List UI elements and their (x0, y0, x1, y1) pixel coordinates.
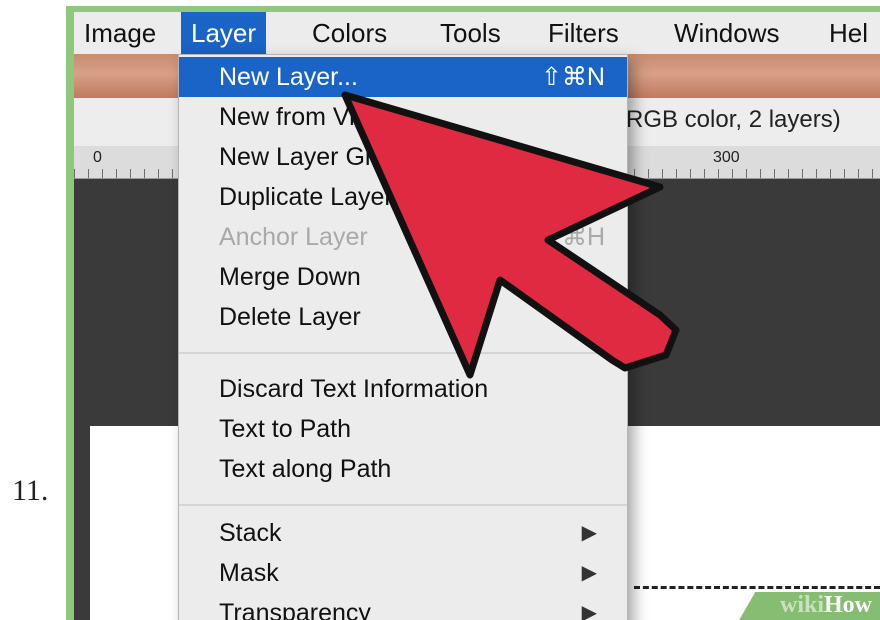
triangle-right-icon: ▶ (581, 562, 597, 584)
triangle-right-icon: ▶ (581, 522, 597, 544)
step-number: 11. (12, 474, 49, 507)
ruler-label-300: 300 (710, 149, 740, 167)
wikihow-watermark: wikiHow (779, 592, 872, 618)
menu-bar: Image Layer Colors Tools Filters Windows… (74, 12, 880, 55)
triangle-right-icon: ▶ (581, 602, 597, 620)
menu-item-new-layer-group[interactable]: New Layer Group (179, 137, 627, 177)
menu-item-transparency[interactable]: Transparency ▶ (179, 593, 627, 620)
menu-item-anchor-layer: Anchor Layer ⌘H (179, 217, 627, 257)
menu-filters[interactable]: Filters (538, 12, 629, 54)
menu-item-text-along-path[interactable]: Text along Path (179, 449, 627, 489)
shortcut-anchor-layer: ⌘H (561, 223, 605, 251)
menu-item-stack[interactable]: Stack ▶ (179, 513, 627, 553)
menu-item-duplicate-layer[interactable]: Duplicate Layer (179, 177, 627, 217)
selection-marquee (634, 586, 880, 589)
menu-layer[interactable]: Layer (181, 12, 267, 54)
menu-item-delete-layer[interactable]: Delete Layer (179, 297, 627, 337)
ruler-label-0: 0 (90, 149, 102, 167)
menu-item-merge-down[interactable]: Merge Down (179, 257, 627, 297)
menu-image[interactable]: Image (74, 12, 166, 54)
menu-windows[interactable]: Windows (664, 12, 789, 54)
menu-item-mask[interactable]: Mask ▶ (179, 553, 627, 593)
menu-item-new-from-visible[interactable]: New from Visible (179, 97, 627, 137)
gimp-window: Image Layer Colors Tools Filters Windows… (74, 12, 880, 620)
menu-item-text-to-path[interactable]: Text to Path (179, 409, 627, 449)
screenshot-frame: Image Layer Colors Tools Filters Windows… (66, 6, 880, 620)
menu-item-discard-text-info[interactable]: Discard Text Information (179, 369, 627, 409)
menu-help[interactable]: Hel (819, 12, 878, 54)
menu-separator (179, 352, 627, 354)
layer-menu-dropdown: New Layer... ⇧⌘N New from Visible New La… (178, 54, 628, 620)
shortcut-new-layer: ⇧⌘N (540, 63, 605, 91)
menu-colors[interactable]: Colors (302, 12, 397, 54)
menu-item-new-layer[interactable]: New Layer... ⇧⌘N (179, 57, 627, 97)
window-title: RGB color, 2 layers) (626, 106, 841, 133)
menu-separator (179, 504, 627, 506)
menu-tools[interactable]: Tools (430, 12, 511, 54)
